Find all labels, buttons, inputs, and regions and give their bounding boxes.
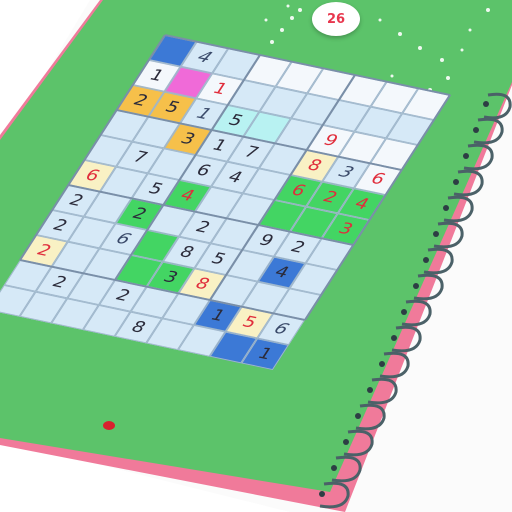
cell-digit: 8 xyxy=(303,156,326,176)
cell-digit: 6 xyxy=(366,169,389,189)
cell-digit: 1 xyxy=(192,104,215,124)
cell-digit: 8 xyxy=(191,274,214,294)
cell-digit: 2 xyxy=(48,216,72,236)
ladybug-icon xyxy=(103,421,115,430)
cell-digit: 4 xyxy=(176,186,199,206)
cell-digit: 5 xyxy=(224,111,247,131)
cell-digit: 2 xyxy=(286,237,309,258)
cell-digit: 3 xyxy=(176,129,199,149)
cell-digit: 1 xyxy=(206,306,229,326)
cell-digit: 9 xyxy=(319,131,342,151)
cell-digit: 6 xyxy=(112,229,135,249)
cell-digit: 7 xyxy=(240,142,263,163)
cell-digit: 8 xyxy=(127,317,150,338)
cell-digit: 7 xyxy=(128,147,152,168)
cell-digit: 3 xyxy=(334,219,357,239)
cell-digit: 1 xyxy=(208,136,231,156)
cell-digit: 2 xyxy=(191,217,214,238)
cell-digit: 2 xyxy=(111,286,134,306)
cell-digit: 4 xyxy=(350,194,373,214)
cell-digit: 1 xyxy=(208,79,232,99)
cell-digit: 1 xyxy=(145,66,168,86)
cell-digit: 6 xyxy=(192,161,215,181)
cell-digit: 2 xyxy=(318,187,342,208)
cell-digit: 5 xyxy=(238,312,261,333)
game-scene: 26 4112515931783676462465432229226854238… xyxy=(0,0,512,512)
cell-digit: 2 xyxy=(65,191,88,211)
cell-digit: 6 xyxy=(81,166,104,186)
cell-digit: 3 xyxy=(159,267,182,288)
cell-digit: 2 xyxy=(128,204,151,224)
cell-digit: 4 xyxy=(270,262,293,283)
cell-digit: 2 xyxy=(129,91,152,111)
cell-digit: 6 xyxy=(270,319,293,339)
level-number: 26 xyxy=(326,11,346,27)
cell-digit: 3 xyxy=(335,162,358,183)
cell-digit: 1 xyxy=(253,344,277,364)
cell-digit: 5 xyxy=(161,97,184,118)
cell-digit: 2 xyxy=(32,241,55,261)
cell-digit: 4 xyxy=(193,47,216,68)
cell-digit: 2 xyxy=(48,272,71,293)
cell-digit: 6 xyxy=(287,181,310,201)
cell-digit: 5 xyxy=(207,249,230,269)
cell-digit: 8 xyxy=(175,242,198,263)
cell-digit: 5 xyxy=(144,179,167,199)
cell-digit: 9 xyxy=(255,231,278,251)
cell-digit: 4 xyxy=(223,167,247,188)
level-badge: 26 xyxy=(312,2,360,36)
